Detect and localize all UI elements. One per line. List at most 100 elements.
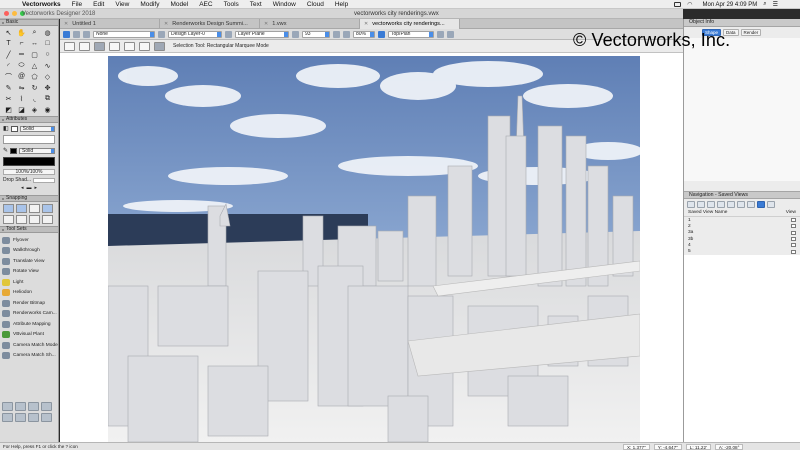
menu-help[interactable]: Help xyxy=(335,1,348,8)
pen-swatch[interactable] xyxy=(10,147,18,154)
restore-view-icon[interactable] xyxy=(791,237,796,242)
clip-tool-icon[interactable]: ◪ xyxy=(16,105,27,114)
offset-tool-icon[interactable]: ⧉ xyxy=(42,94,53,103)
lighting-icon[interactable] xyxy=(437,30,444,38)
restore-view-icon[interactable] xyxy=(791,224,796,229)
toolset-item-heliodon[interactable]: Heliodon xyxy=(2,288,56,299)
arc-tool-icon[interactable]: ◜ xyxy=(3,61,14,70)
restore-view-icon[interactable] xyxy=(791,218,796,223)
text-tool-icon[interactable]: T xyxy=(3,39,14,48)
oval-tool-icon[interactable]: ⬭ xyxy=(16,61,27,70)
fill-style-select[interactable]: Solid xyxy=(19,125,55,132)
toolset-site-icon[interactable] xyxy=(28,402,39,411)
plane-select[interactable]: Layer Plane xyxy=(235,30,289,38)
tab-renderworks-design[interactable]: ✕ Renderworks Design Summi... xyxy=(160,19,260,29)
arrow-left-icon[interactable]: ◂ xyxy=(21,185,24,191)
double-poly-tool-icon[interactable]: ◇ xyxy=(42,72,53,81)
drawing-canvas[interactable] xyxy=(60,53,683,442)
mirror-tool-icon[interactable]: ⇋ xyxy=(16,83,27,92)
zoom-select[interactable]: 80% xyxy=(353,30,375,38)
circle-tool-icon[interactable]: ○ xyxy=(42,50,53,59)
close-tab-icon[interactable]: ✕ xyxy=(64,21,68,27)
reshape-tool-icon[interactable]: ◩ xyxy=(3,105,14,114)
rectangle-tool-icon[interactable]: □ xyxy=(42,39,53,48)
tab-1-vwx[interactable]: ✕ 1.vwx xyxy=(260,19,360,29)
toolset-spotlight-icon[interactable] xyxy=(15,413,26,422)
menu-list-icon[interactable]: ☰ xyxy=(773,1,778,8)
flyover-tool-icon[interactable]: ◍ xyxy=(42,28,53,37)
class-icon[interactable] xyxy=(83,30,90,38)
fill-color-well[interactable] xyxy=(3,135,55,144)
layer-icon[interactable] xyxy=(158,30,165,38)
menu-tools[interactable]: Tools xyxy=(224,1,239,8)
double-line-tool-icon[interactable]: ═ xyxy=(16,50,27,59)
opacity-field[interactable]: 100%/100% xyxy=(3,169,55,175)
toolset-item-camera-match-mode[interactable]: Camera Match Mode xyxy=(2,340,58,351)
nav-options-icon[interactable] xyxy=(767,201,775,208)
regular-polygon-tool-icon[interactable]: ⬠ xyxy=(29,72,40,81)
rectangular-marquee-button[interactable] xyxy=(94,41,105,51)
x-coordinate-field[interactable]: X: 1.377" xyxy=(623,444,650,450)
snap-smart-point-icon[interactable] xyxy=(16,215,27,224)
close-tab-icon[interactable]: ✕ xyxy=(264,21,268,27)
nav-files-icon[interactable] xyxy=(747,201,755,208)
menubar-clock[interactable]: Mon Apr 29 4:09 PM xyxy=(703,2,758,8)
close-tab-icon[interactable]: ✕ xyxy=(164,21,168,27)
snap-intersection-icon[interactable] xyxy=(42,204,53,213)
mode-button[interactable] xyxy=(154,41,165,51)
mode-button[interactable] xyxy=(79,41,90,51)
mode-button[interactable] xyxy=(124,41,135,51)
mode-button[interactable] xyxy=(139,41,150,51)
menu-file[interactable]: File xyxy=(72,1,82,8)
class-select[interactable]: None xyxy=(93,30,155,38)
close-window-icon[interactable] xyxy=(4,11,9,16)
toolset-item-walkthrough[interactable]: Walkthrough xyxy=(2,246,56,257)
visibility-tool-icon[interactable]: ◉ xyxy=(42,105,53,114)
drop-shadow-select[interactable] xyxy=(33,177,55,183)
move-tool-icon[interactable]: ✥ xyxy=(42,83,53,92)
toolset-dims-icon[interactable] xyxy=(2,402,13,411)
spiral-tool-icon[interactable]: @ xyxy=(16,72,27,81)
callout-tool-icon[interactable]: ⌐ xyxy=(16,39,27,48)
zoom-tool-icon[interactable]: ⌕ xyxy=(29,28,40,37)
angle-field[interactable]: A: -20.08° xyxy=(714,444,744,450)
perspective-icon[interactable] xyxy=(447,30,454,38)
mode-button[interactable] xyxy=(109,41,120,51)
toolset-building-icon[interactable] xyxy=(15,402,26,411)
toolset-item-rotate-view[interactable]: Rotate View xyxy=(2,267,56,278)
nav-symbols-icon[interactable] xyxy=(737,201,745,208)
toolset-3d-icon[interactable] xyxy=(41,402,52,411)
snap-smart-edge-icon[interactable] xyxy=(29,215,40,224)
toolset-item-translate-view[interactable]: Translate View xyxy=(2,256,56,267)
snap-tangent-icon[interactable] xyxy=(42,215,53,224)
menu-edit[interactable]: Edit xyxy=(93,1,104,8)
mode-button[interactable] xyxy=(64,41,75,51)
toolset-item-camera-match-sh[interactable]: Camera Match Sh... xyxy=(2,351,56,362)
minimize-window-icon[interactable] xyxy=(12,11,17,16)
view-icon[interactable] xyxy=(292,30,299,38)
menu-text[interactable]: Text xyxy=(250,1,262,8)
menu-aec[interactable]: AEC xyxy=(199,1,212,8)
plane-icon[interactable] xyxy=(225,30,232,38)
attribute-mapping-tool-icon[interactable]: ◈ xyxy=(29,105,40,114)
battery-icon[interactable] xyxy=(674,2,682,7)
selection-tool-icon[interactable]: ↖ xyxy=(3,28,14,37)
fill-swatch[interactable] xyxy=(10,125,18,132)
tab-untitled-1[interactable]: ✕ Untitled 1 xyxy=(60,19,160,29)
search-icon[interactable]: ⌕ xyxy=(763,1,766,8)
nav-classes-icon[interactable] xyxy=(687,201,695,208)
tab-render[interactable]: Render xyxy=(740,29,762,36)
pan-tool-icon[interactable]: ✋ xyxy=(16,28,27,37)
length-field[interactable]: L: 11.22' xyxy=(685,444,711,450)
nav-layers-icon[interactable] xyxy=(697,201,705,208)
toolset-furniture-icon[interactable] xyxy=(28,413,39,422)
restore-view-icon[interactable] xyxy=(791,249,796,254)
line-tool-icon[interactable]: ╱ xyxy=(3,50,14,59)
menu-modify[interactable]: Modify xyxy=(140,1,159,8)
arrow-right-icon[interactable]: ▸ xyxy=(35,185,38,191)
polygon-tool-icon[interactable]: △ xyxy=(29,61,40,70)
ratio-select[interactable]: 93 xyxy=(302,30,330,38)
nav-viewports-icon[interactable] xyxy=(717,201,725,208)
rotate-tool-icon[interactable]: ↻ xyxy=(29,83,40,92)
nav-sheets-icon[interactable] xyxy=(707,201,715,208)
